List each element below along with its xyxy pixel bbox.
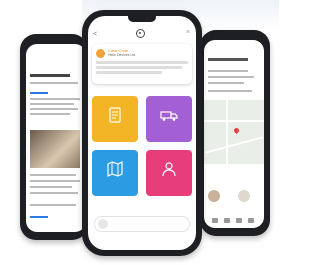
text-line	[30, 82, 78, 84]
left-phone	[20, 34, 88, 240]
tab-icon[interactable]	[224, 218, 230, 223]
notification-avatar	[96, 49, 105, 58]
notification-subtitle: Hello Devices Ltd	[108, 53, 136, 57]
text-line	[30, 174, 76, 176]
back-button[interactable]: <	[93, 30, 97, 39]
close-button[interactable]: ×	[186, 29, 190, 36]
map-road	[226, 100, 228, 164]
tile-profile[interactable]	[146, 150, 192, 196]
center-phone-screen: < × Case Code Hello Devices Ltd	[88, 16, 196, 250]
tile-map[interactable]	[92, 150, 138, 196]
article-image	[30, 130, 80, 168]
tile-documents[interactable]	[92, 96, 138, 142]
truck-icon	[160, 111, 178, 121]
person-icon	[162, 162, 176, 177]
notification-body-line	[96, 66, 182, 69]
text-line	[30, 113, 70, 115]
tab-icon[interactable]	[248, 218, 254, 223]
article-heading	[30, 74, 70, 77]
notification-body-line	[96, 71, 162, 74]
notification-body-line	[96, 61, 188, 64]
tab-icon[interactable]	[212, 218, 218, 223]
link-underline[interactable]	[30, 92, 48, 94]
map-view[interactable]	[204, 100, 264, 164]
text-line	[30, 98, 80, 100]
text-line	[208, 90, 252, 92]
text-line	[30, 180, 80, 182]
document-icon	[109, 107, 121, 123]
app-header: < ×	[88, 28, 196, 42]
tab-icon[interactable]	[236, 218, 242, 223]
text-line	[208, 70, 248, 72]
screen-heading	[208, 58, 248, 61]
phone-notch	[128, 16, 156, 22]
center-phone: < × Case Code Hello Devices Ltd	[82, 10, 202, 256]
link-underline[interactable]	[30, 216, 48, 218]
text-line	[30, 192, 78, 194]
app-logo-icon	[136, 29, 145, 38]
text-line	[30, 108, 78, 110]
text-line	[30, 204, 76, 206]
left-phone-screen	[26, 44, 86, 232]
right-phone	[200, 30, 270, 236]
text-line	[30, 186, 72, 188]
text-line	[30, 103, 74, 105]
text-line	[208, 76, 254, 78]
text-line	[208, 82, 244, 84]
right-phone-screen	[204, 40, 264, 228]
tile-delivery[interactable]	[146, 96, 192, 142]
avatar	[238, 190, 250, 202]
map-road	[204, 120, 264, 122]
notification-card[interactable]: Case Code Hello Devices Ltd	[92, 44, 192, 84]
map-road	[204, 136, 264, 154]
search-bar[interactable]	[94, 216, 190, 232]
avatar	[208, 190, 220, 202]
map-pin-icon[interactable]	[232, 126, 241, 135]
microphone-icon[interactable]	[98, 219, 108, 229]
map-icon	[107, 161, 123, 177]
